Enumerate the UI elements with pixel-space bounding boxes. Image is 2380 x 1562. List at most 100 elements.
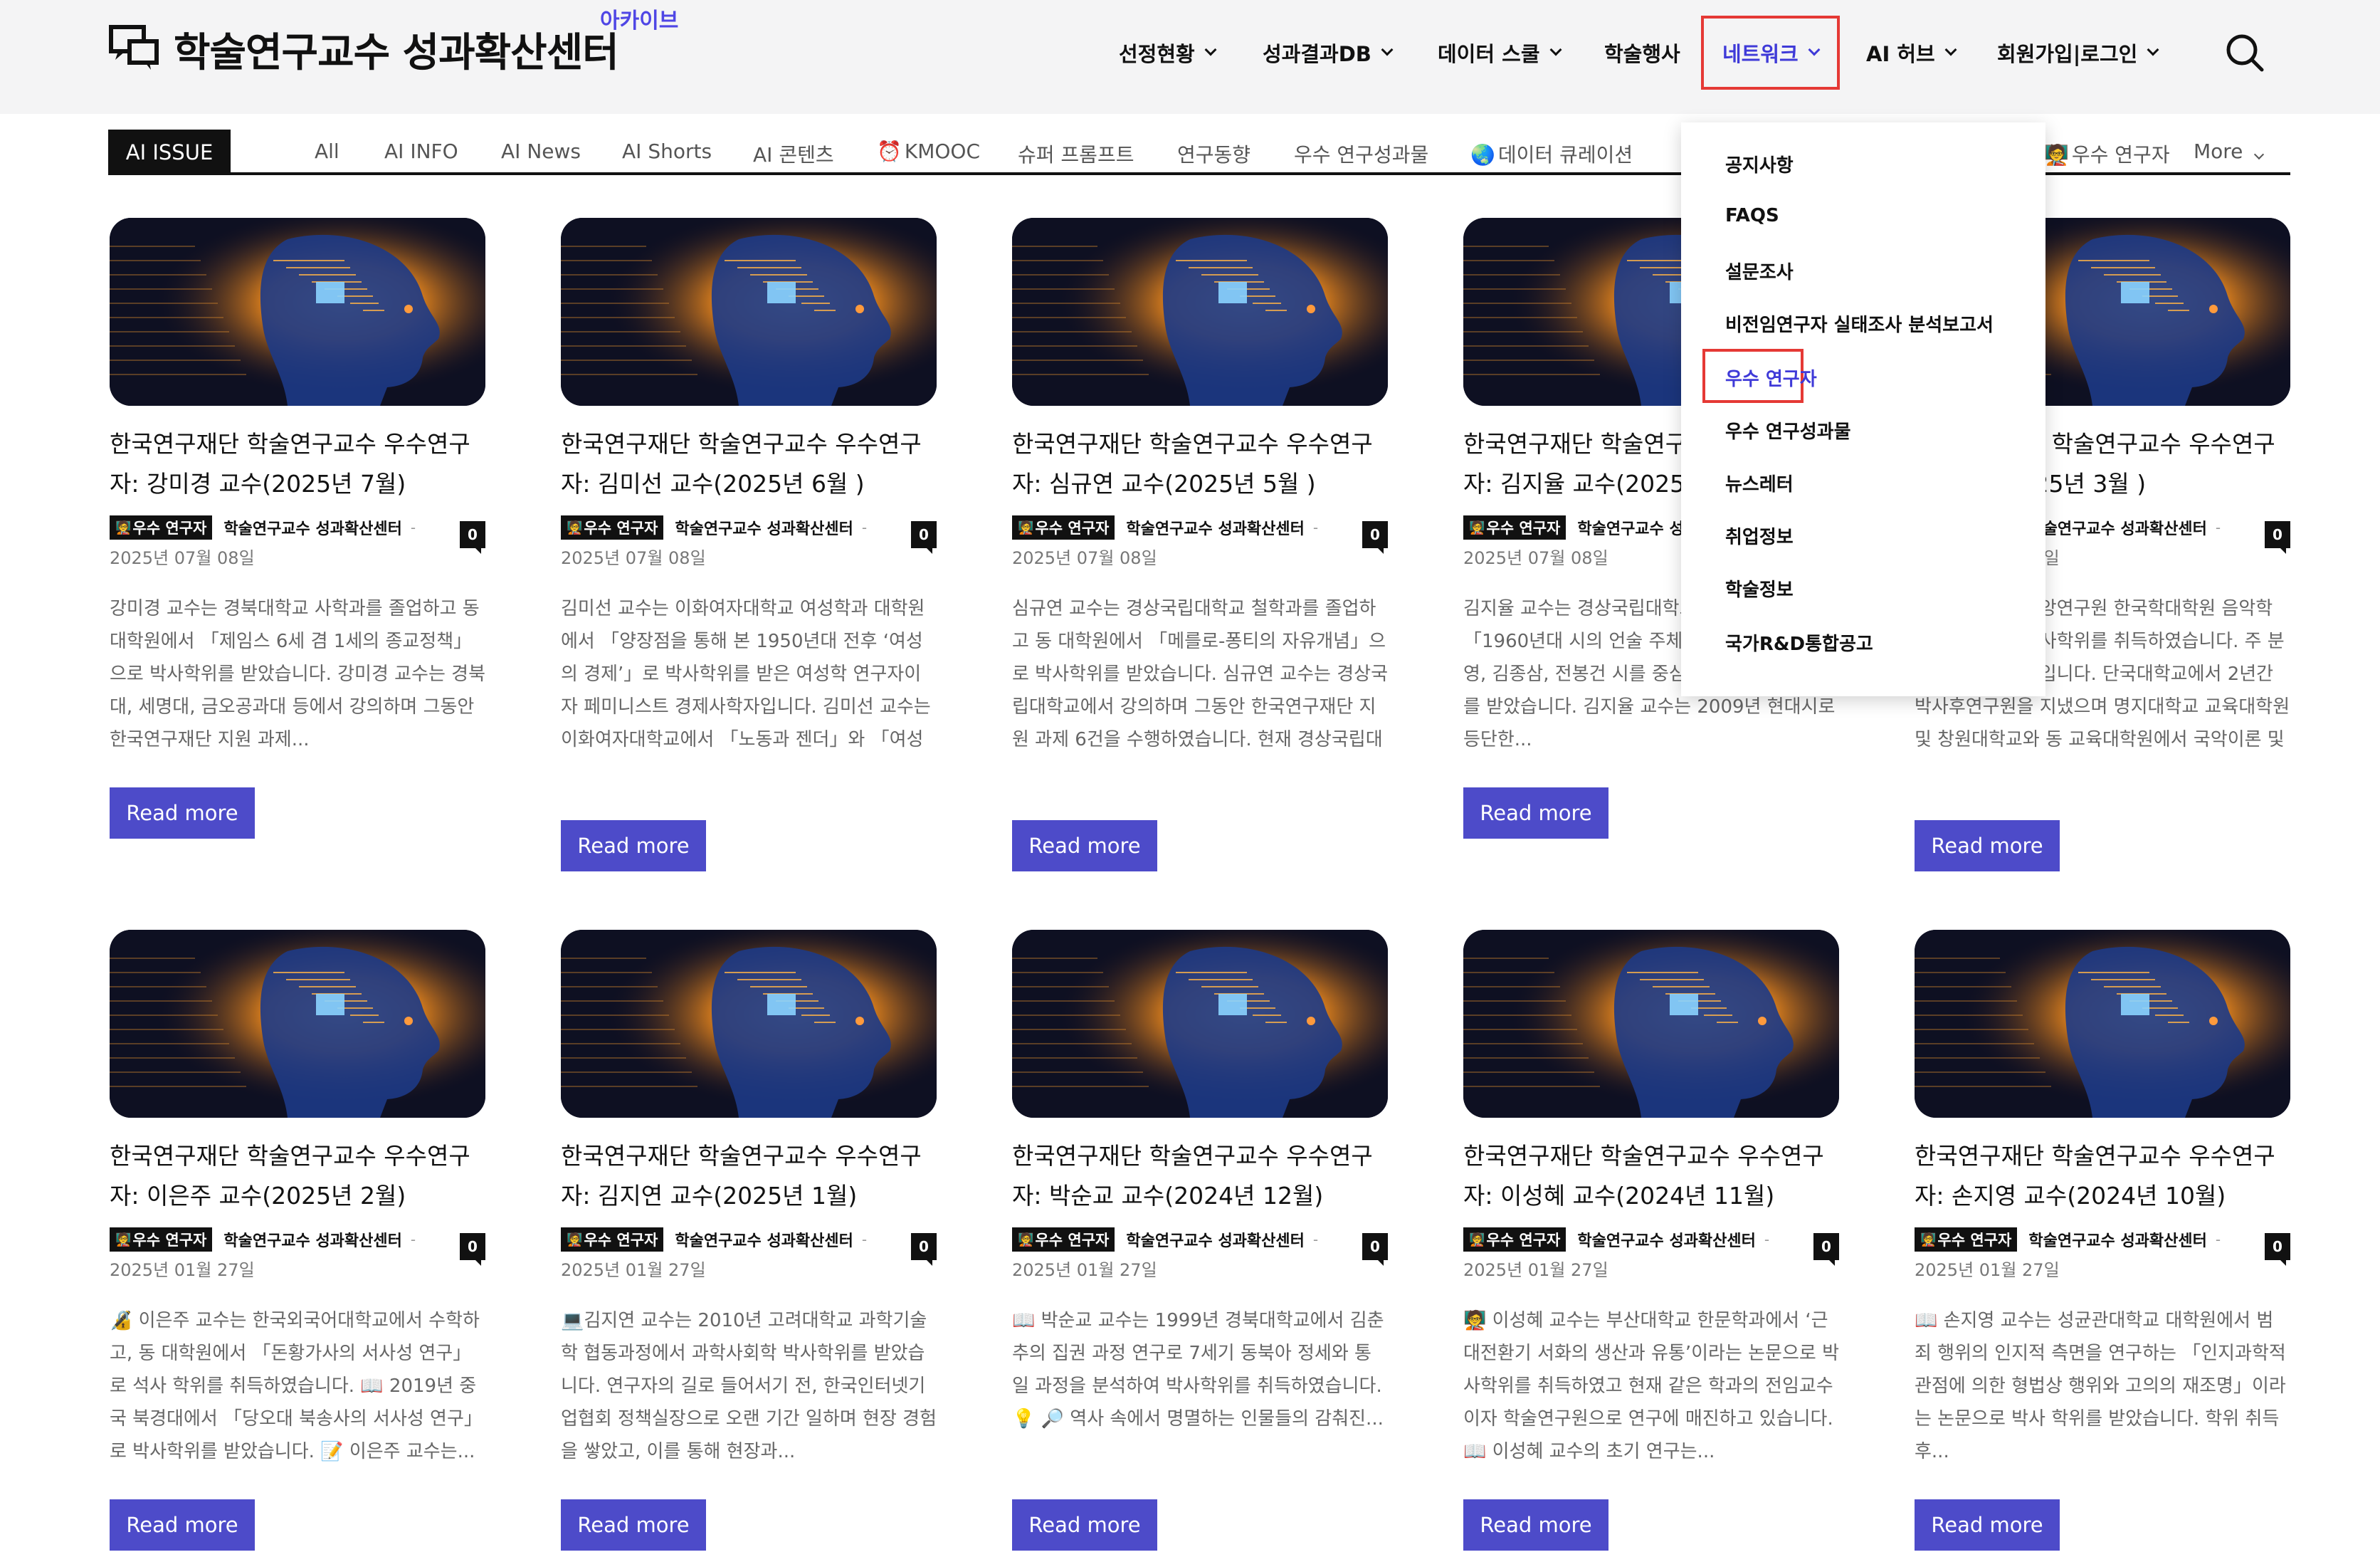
category-badge[interactable]: 🧑‍🏫우수 연구자 <box>561 515 664 540</box>
read-more-button[interactable]: Read more <box>1915 1499 2060 1551</box>
tab-label: KMOOC <box>904 140 981 163</box>
tab-data-curation[interactable]: 🌏 데이터 큐레이션 <box>1470 140 1633 168</box>
category-badge[interactable]: 🧑‍🏫우수 연구자 <box>1463 1227 1567 1252</box>
comment-count[interactable]: 0 <box>1362 1233 1388 1266</box>
post-author[interactable]: 학술연구교수 성과확산센터 <box>1126 1228 1305 1251</box>
read-more-button[interactable]: Read more <box>1012 820 1157 871</box>
read-more-button[interactable]: Read more <box>110 787 255 839</box>
menu-item-jobs[interactable]: 취업정보 <box>1725 523 1794 549</box>
badge-label: 우수 연구자 <box>132 1232 207 1249</box>
nav-signup-login[interactable]: 회원가입|로그인 <box>1997 37 2159 68</box>
comment-count[interactable]: 0 <box>911 1233 937 1266</box>
comment-count[interactable]: 0 <box>2265 1233 2290 1266</box>
menu-item-faqs[interactable]: FAQS <box>1725 205 1779 226</box>
category-badge[interactable]: 🧑‍🏫우수 연구자 <box>561 1227 664 1252</box>
tab-more[interactable]: More <box>2194 140 2265 163</box>
nav-ai-hub[interactable]: AI 허브 <box>1866 37 1957 68</box>
post-author[interactable]: 학술연구교수 성과확산센터 <box>675 1228 853 1251</box>
category-badge[interactable]: 🧑‍🏫우수 연구자 <box>1463 515 1567 540</box>
nav-results-db[interactable]: 성과결과DB <box>1263 37 1394 68</box>
nav-label: 네트워크 <box>1722 42 1799 66</box>
tab-super-prompt[interactable]: 슈퍼 프롬프트 <box>1018 140 1134 168</box>
category-badge[interactable]: 🧑‍🏫우수 연구자 <box>110 1227 213 1252</box>
post-meta: 🧑‍🏫우수 연구자 학술연구교수 성과확산센터- 0 <box>1012 514 1388 554</box>
menu-item-report[interactable]: 비전임연구자 실태조사 분석보고서 <box>1725 310 1994 337</box>
nav-academic-events[interactable]: 학술행사 <box>1604 37 1680 68</box>
read-more-button[interactable]: Read more <box>561 1499 706 1551</box>
post-date: 2025년 01월 27일 <box>1012 1260 1157 1280</box>
tab-kmooc[interactable]: ⏰ KMOOC <box>877 140 980 163</box>
tab-ai-contents[interactable]: AI 콘텐츠 <box>753 140 834 168</box>
post-thumbnail[interactable] <box>1463 930 1839 1118</box>
post-title[interactable]: 한국연구재단 학술연구교수 우수연구자: 이은주 교수(2025년 2월) <box>110 1136 485 1216</box>
read-more-button[interactable]: Read more <box>1012 1499 1157 1551</box>
nav-label: AI 허브 <box>1866 42 1935 66</box>
tab-ai-info[interactable]: AI INFO <box>384 140 458 163</box>
badge-label: 우수 연구자 <box>1937 1232 2012 1249</box>
post-meta: 🧑‍🏫우수 연구자 학술연구교수 성과확산센터- 0 <box>110 514 485 554</box>
post-thumbnail[interactable] <box>110 218 485 406</box>
post-excerpt: 🔏 이은주 교수는 한국외국어대학교에서 수학하고, 동 대학원에서 「돈황가사… <box>110 1310 483 1462</box>
tab-research-trends[interactable]: 연구동향 <box>1177 140 1250 168</box>
menu-item-excellent-output[interactable]: 우수 연구성과물 <box>1725 417 1851 444</box>
ai-brain-image <box>110 930 485 1118</box>
menu-item-notice[interactable]: 공지사항 <box>1725 151 1794 177</box>
teacher-icon: 🧑‍🏫 <box>1018 1232 1034 1247</box>
read-more-button[interactable]: Read more <box>1463 1499 1608 1551</box>
comment-count[interactable]: 0 <box>2265 521 2290 554</box>
post-thumbnail[interactable] <box>1012 218 1388 406</box>
chevron-down-icon <box>1944 43 1957 56</box>
post-author[interactable]: 학술연구교수 성과확산센터 <box>2028 516 2207 539</box>
read-more-button[interactable]: Read more <box>1915 820 2060 871</box>
post-title[interactable]: 한국연구재단 학술연구교수 우수연구자: 손지영 교수(2024년 10월) <box>1915 1136 2290 1216</box>
read-more-button[interactable]: Read more <box>110 1499 255 1551</box>
nav-selection-status[interactable]: 선정현황 <box>1119 37 1217 68</box>
menu-item-academic-info[interactable]: 학술정보 <box>1725 575 1794 602</box>
post-author[interactable]: 학술연구교수 성과확산센터 <box>1126 516 1305 539</box>
post-title[interactable]: 한국연구재단 학술연구교수 우수연구자: 강미경 교수(2025년 7월) <box>110 424 485 504</box>
menu-item-survey[interactable]: 설문조사 <box>1725 258 1794 284</box>
separator: - <box>2215 519 2221 536</box>
post-author[interactable]: 학술연구교수 성과확산센터 <box>675 516 853 539</box>
nav-network[interactable]: 네트워크 <box>1701 16 1840 90</box>
post-title[interactable]: 한국연구재단 학술연구교수 우수연구자: 박순교 교수(2024년 12월) <box>1012 1136 1388 1216</box>
read-more-button[interactable]: Read more <box>1463 787 1608 839</box>
post-thumbnail[interactable] <box>110 930 485 1118</box>
comment-count[interactable]: 0 <box>460 1233 485 1266</box>
comment-count[interactable]: 0 <box>1813 1233 1839 1266</box>
category-badge[interactable]: 🧑‍🏫우수 연구자 <box>1012 1227 1115 1252</box>
comment-count[interactable]: 0 <box>460 521 485 554</box>
tab-ai-news[interactable]: AI News <box>501 140 581 163</box>
post-thumbnail[interactable] <box>1012 930 1388 1118</box>
menu-item-excellent-researcher[interactable]: 우수 연구자 <box>1725 365 1817 391</box>
post-author[interactable]: 학술연구교수 성과확산센터 <box>1577 1228 1756 1251</box>
tab-excellent-output[interactable]: 우수 연구성과물 <box>1294 140 1428 168</box>
tab-ai-issue[interactable]: AI ISSUE <box>108 130 231 175</box>
search-icon[interactable] <box>2225 33 2265 73</box>
category-badge[interactable]: 🧑‍🏫우수 연구자 <box>1012 515 1115 540</box>
post-author[interactable]: 학술연구교수 성과확산센터 <box>2028 1228 2207 1251</box>
tab-ai-shorts[interactable]: AI Shorts <box>622 140 712 163</box>
post-title[interactable]: 한국연구재단 학술연구교수 우수연구자: 김미선 교수(2025년 6월 ) <box>561 424 937 504</box>
post-thumbnail[interactable] <box>1915 930 2290 1118</box>
tab-all[interactable]: All <box>315 140 339 163</box>
comment-count[interactable]: 0 <box>1362 521 1388 554</box>
menu-item-rnd-notice[interactable]: 국가R&D통합공고 <box>1725 629 1873 656</box>
menu-item-newsletter[interactable]: 뉴스레터 <box>1725 470 1794 496</box>
tab-excellent-researcher[interactable]: 🧑‍🏫 우수 연구자 <box>2044 140 2170 168</box>
post-title[interactable]: 한국연구재단 학술연구교수 우수연구자: 심규연 교수(2025년 5월 ) <box>1012 424 1388 504</box>
read-more-button[interactable]: Read more <box>561 820 706 871</box>
network-dropdown-menu: 공지사항 FAQS 설문조사 비전임연구자 실태조사 분석보고서 우수 연구자 … <box>1681 122 2045 696</box>
post-author[interactable]: 학술연구교수 성과확산센터 <box>223 1228 402 1251</box>
post-title[interactable]: 한국연구재단 학술연구교수 우수연구자: 김지연 교수(2025년 1월) <box>561 1136 937 1216</box>
post-thumbnail[interactable] <box>561 218 937 406</box>
comment-count[interactable]: 0 <box>911 521 937 554</box>
category-badge[interactable]: 🧑‍🏫우수 연구자 <box>1915 1227 2018 1252</box>
post-author[interactable]: 학술연구교수 성과확산센터 <box>223 516 402 539</box>
post-excerpt: 심규연 교수는 경상국립대학교 철학과를 졸업하고 동 대학원에서 「메를로-퐁… <box>1012 598 1388 750</box>
post-title[interactable]: 한국연구재단 학술연구교수 우수연구자: 이성혜 교수(2024년 11월) <box>1463 1136 1839 1216</box>
category-badge[interactable]: 🧑‍🏫우수 연구자 <box>110 515 213 540</box>
post-thumbnail[interactable] <box>561 930 937 1118</box>
post-date: 2025년 01월 27일 <box>1915 1260 2060 1280</box>
nav-data-school[interactable]: 데이터 스쿨 <box>1438 37 1562 68</box>
